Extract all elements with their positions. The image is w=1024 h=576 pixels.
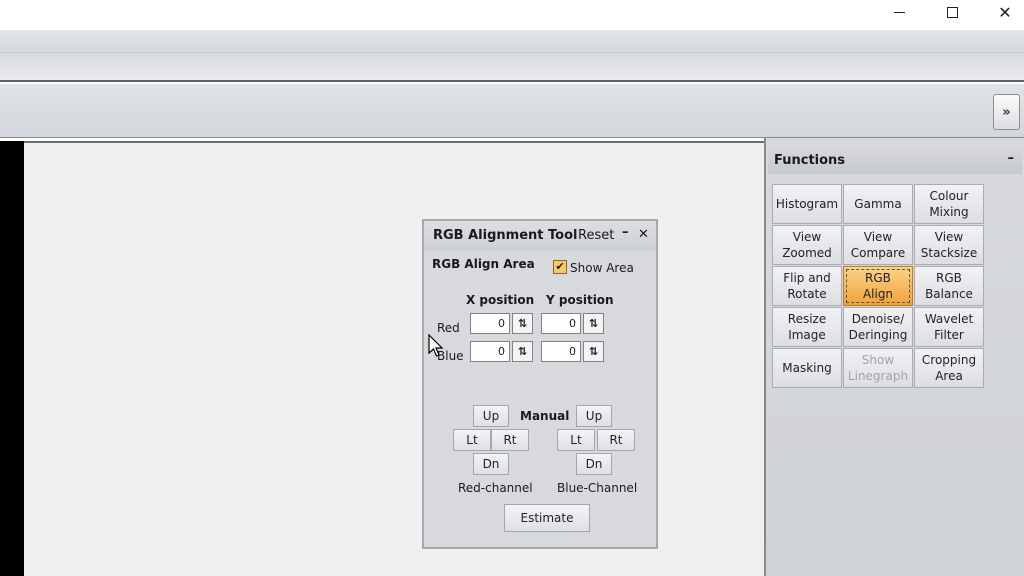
y-position-header: Y position <box>546 293 614 307</box>
show-area-checkbox[interactable]: ✔ <box>553 260 567 274</box>
checkmark-icon: ✔ <box>555 260 565 273</box>
toolbar <box>0 84 1024 138</box>
close-window-button[interactable]: ✕ <box>982 0 1024 24</box>
functions-title: Functions <box>774 153 846 168</box>
red-channel-label: Red-channel <box>458 481 533 495</box>
red-up-button[interactable]: Up <box>473 405 509 427</box>
show-linegraph-button[interactable]: Show Linegraph <box>843 348 913 388</box>
window-title-bar: ✕ <box>0 0 1024 30</box>
red-left-button[interactable]: Lt <box>453 429 491 451</box>
reset-button[interactable]: Reset <box>578 228 614 243</box>
blue-left-button[interactable]: Lt <box>557 429 595 451</box>
blue-up-button[interactable]: Up <box>576 405 612 427</box>
double-chevron-right-icon: » <box>1002 104 1011 120</box>
close-icon: ✕ <box>998 2 1012 22</box>
blue-x-spinner-icon[interactable]: ⇅ <box>512 341 533 362</box>
rgb-tool-title-bar[interactable]: RGB Alignment Tool Reset – ✕ <box>424 221 656 251</box>
red-right-button[interactable]: Rt <box>491 429 529 451</box>
minimize-window-button[interactable] <box>876 0 922 24</box>
flip-rotate-button[interactable]: Flip and Rotate <box>772 266 842 306</box>
wavelet-filter-button[interactable]: Wavelet Filter <box>914 307 984 347</box>
cropping-area-button[interactable]: Cropping Area <box>914 348 984 388</box>
red-x-input[interactable]: 0 <box>470 313 510 334</box>
blue-x-input[interactable]: 0 <box>470 341 510 362</box>
functions-grid: Histogram Gamma Colour Mixing View Zoome… <box>772 184 984 388</box>
blue-y-spinner-icon[interactable]: ⇅ <box>583 341 604 362</box>
minimize-icon <box>893 11 905 13</box>
menu-bar <box>0 30 1024 82</box>
red-y-spinner-icon[interactable]: ⇅ <box>583 313 604 334</box>
close-tool-icon[interactable]: ✕ <box>638 227 649 242</box>
minimize-tool-button[interactable]: – <box>622 225 629 240</box>
view-compare-button[interactable]: View Compare <box>843 225 913 265</box>
show-area-label: Show Area <box>570 261 634 275</box>
masking-button[interactable]: Masking <box>772 348 842 388</box>
blue-y-input[interactable]: 0 <box>541 341 581 362</box>
rgb-align-button[interactable]: RGB Align <box>843 266 913 306</box>
red-down-button[interactable]: Dn <box>473 453 509 475</box>
view-zoomed-button[interactable]: View Zoomed <box>772 225 842 265</box>
estimate-button[interactable]: Estimate <box>504 504 590 532</box>
red-row-label: Red <box>437 321 460 335</box>
resize-image-button[interactable]: Resize Image <box>772 307 842 347</box>
manual-label: Manual <box>520 409 570 423</box>
view-stacksize-button[interactable]: View Stacksize <box>914 225 984 265</box>
rgb-alignment-tool-window: RGB Alignment Tool Reset – ✕ RGB Align A… <box>422 219 658 549</box>
denoise-deringing-button[interactable]: Denoise/ Deringing <box>843 307 913 347</box>
left-dark-strip <box>0 141 24 576</box>
histogram-button[interactable]: Histogram <box>772 184 842 224</box>
red-x-spinner-icon[interactable]: ⇅ <box>512 313 533 334</box>
rgb-tool-title: RGB Alignment Tool <box>433 228 578 243</box>
blue-channel-label: Blue-Channel <box>557 481 638 495</box>
mouse-cursor-icon <box>428 334 444 357</box>
blue-right-button[interactable]: Rt <box>597 429 635 451</box>
blue-down-button[interactable]: Dn <box>576 453 612 475</box>
x-position-header: X position <box>466 293 535 307</box>
expand-panel-button[interactable]: » <box>993 94 1020 130</box>
maximize-icon <box>946 6 958 18</box>
maximize-window-button[interactable] <box>929 0 975 24</box>
rgb-align-area-label: RGB Align Area <box>432 257 535 271</box>
colour-mixing-button[interactable]: Colour Mixing <box>914 184 984 224</box>
red-y-input[interactable]: 0 <box>541 313 581 334</box>
collapse-panel-button[interactable]: – <box>1008 151 1015 166</box>
rgb-balance-button[interactable]: RGB Balance <box>914 266 984 306</box>
functions-panel-header: Functions – <box>768 148 1022 174</box>
gamma-button[interactable]: Gamma <box>843 184 913 224</box>
